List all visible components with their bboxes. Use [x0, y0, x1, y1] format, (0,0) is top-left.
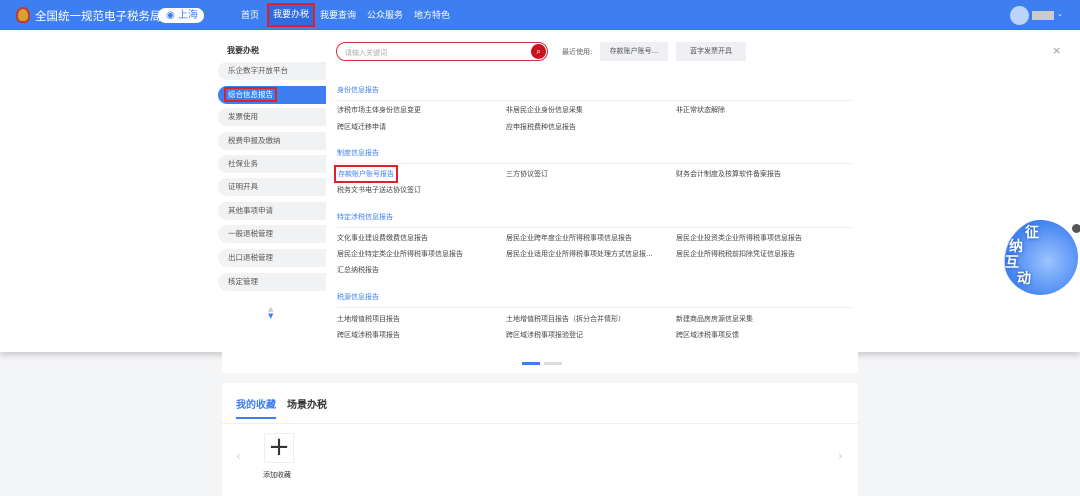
menu-item[interactable]: 其他事项申请 [218, 202, 326, 220]
chevron-down-icon[interactable]: ⌄ [1057, 10, 1063, 18]
mascot-char: 动 [1017, 271, 1031, 287]
mascot-char: 征 [1025, 225, 1039, 241]
user-name-redacted[interactable] [1032, 11, 1054, 20]
nav-home[interactable]: 首页 [241, 8, 259, 24]
search-icon[interactable]: ⌕ [531, 44, 546, 59]
chevron-right-icon[interactable]: › [838, 449, 843, 463]
section-title: 身份信息报告 [337, 85, 852, 101]
mascot-close-icon[interactable] [1072, 224, 1080, 233]
divider [222, 423, 858, 424]
section-title: 特定涉税信息报告 [337, 212, 852, 228]
recent-item[interactable]: 蓝字发票开具 [676, 42, 746, 61]
add-favorite-button[interactable]: + [264, 433, 294, 463]
city-label: 上海 [177, 10, 198, 21]
service-link[interactable]: 财务会计制度及核算软件备案报告 [676, 169, 781, 179]
menu-item[interactable]: 税费申报及缴纳 [218, 132, 326, 150]
service-link[interactable]: 非居民企业身份信息采集 [506, 105, 583, 115]
tab-my-favorites[interactable]: 我的收藏 [236, 396, 276, 419]
carousel-dot[interactable] [544, 362, 562, 365]
plus-icon: + [268, 432, 290, 462]
service-link[interactable]: 跨区域涉税事项反馈 [676, 330, 739, 340]
service-link[interactable]: 非正常状态解除 [676, 105, 725, 115]
service-link[interactable]: 土地增值税项目报告 [337, 314, 400, 324]
menu-item[interactable]: 出口退税管理 [218, 249, 326, 267]
service-link[interactable]: 居民企业所得税税前扣除凭证信息报告 [676, 249, 795, 259]
tax-emblem-icon [16, 7, 30, 23]
search-placeholder: 请输入关键词 [345, 49, 387, 57]
favorites-card: 我的收藏 场景办税 ‹ › + 添加收藏 [222, 383, 858, 496]
close-icon[interactable]: × [1052, 44, 1061, 57]
menu-item[interactable]: 乐企数字开放平台 [218, 62, 326, 80]
menu-title: 我要办税 [227, 46, 259, 55]
search-input[interactable]: 请输入关键词 ⌕ [336, 42, 548, 61]
service-link[interactable]: 文化事业建设费缴费信息报告 [337, 233, 428, 243]
avatar[interactable] [1010, 6, 1029, 25]
nav-local[interactable]: 地方特色 [414, 8, 450, 24]
mega-menu-panel: 我要办税 乐企数字开放平台 综合信息报告 发票使用 税费申报及缴纳 社保业务 证… [0, 30, 1080, 352]
menu-item[interactable]: 一般退税管理 [218, 225, 326, 243]
city-selector[interactable]: ◉ 上海 [158, 8, 204, 23]
scroll-arrows-icon[interactable]: ▲ ▼ [268, 306, 273, 320]
service-link[interactable]: 跨区域涉税事项报告 [337, 330, 400, 340]
menu-item[interactable]: 发票使用 [218, 108, 326, 126]
top-header: 全国统一规范电子税务局 ◉ 上海 首页 我要办税 我要查询 公众服务 地方特色 … [0, 0, 1080, 30]
service-link[interactable]: 跨区域涉税事项报验登记 [506, 330, 583, 340]
service-link[interactable]: 税务文书电子送达协议签订 [337, 185, 421, 195]
service-link[interactable]: 居民企业特定类企业所得税事项信息报告 [337, 249, 463, 259]
service-link[interactable]: 居民企业投资类企业所得税事项信息报告 [676, 233, 802, 243]
recent-label: 最近使用: [562, 48, 593, 56]
service-link[interactable]: 应申报税费种信息报告 [506, 122, 576, 132]
section-title: 税源信息报告 [337, 292, 852, 308]
service-link[interactable]: 居民企业跨年度企业所得税事项信息报告 [506, 233, 632, 243]
site-title[interactable]: 全国统一规范电子税务局 [35, 8, 162, 24]
carousel-card [222, 352, 858, 373]
menu-item[interactable]: 证明开具 [218, 178, 326, 196]
nav-public-service[interactable]: 公众服务 [367, 8, 403, 24]
chevron-left-icon[interactable]: ‹ [236, 449, 241, 463]
service-link[interactable]: 三方协议签订 [506, 169, 548, 179]
carousel-dot-active[interactable] [522, 362, 540, 365]
service-link[interactable]: 跨区域迁移申请 [337, 122, 386, 132]
service-link-highlighted[interactable]: 存款账户账号报告 [334, 165, 398, 183]
section-title: 制度信息报告 [337, 148, 852, 164]
tab-scenario-tax[interactable]: 场景办税 [287, 396, 327, 411]
menu-item[interactable]: 社保业务 [218, 155, 326, 173]
menu-item[interactable]: 核定管理 [218, 273, 326, 291]
mascot-interaction-button[interactable]: 征 纳 互 动 [1003, 220, 1078, 295]
menu-item-selected[interactable]: 综合信息报告 [218, 86, 326, 104]
nav-query[interactable]: 我要查询 [320, 8, 356, 24]
service-link[interactable]: 涉税市场主体身份信息变更 [337, 105, 421, 115]
add-favorite-label: 添加收藏 [263, 471, 291, 479]
menu-item-label: 综合信息报告 [224, 87, 277, 102]
nav-handle-tax[interactable]: 我要办税 [267, 3, 316, 27]
service-link[interactable]: 土地增值税项目报告（拆分合并情形） [506, 314, 625, 324]
service-link[interactable]: 新建商品房房源信息采集 [676, 314, 753, 324]
service-link[interactable]: 居民企业适用企业所得税事项处理方式信息报... [506, 249, 653, 259]
service-link[interactable]: 汇总纳税报告 [337, 265, 379, 275]
recent-item[interactable]: 存款账户账号... [600, 42, 668, 61]
